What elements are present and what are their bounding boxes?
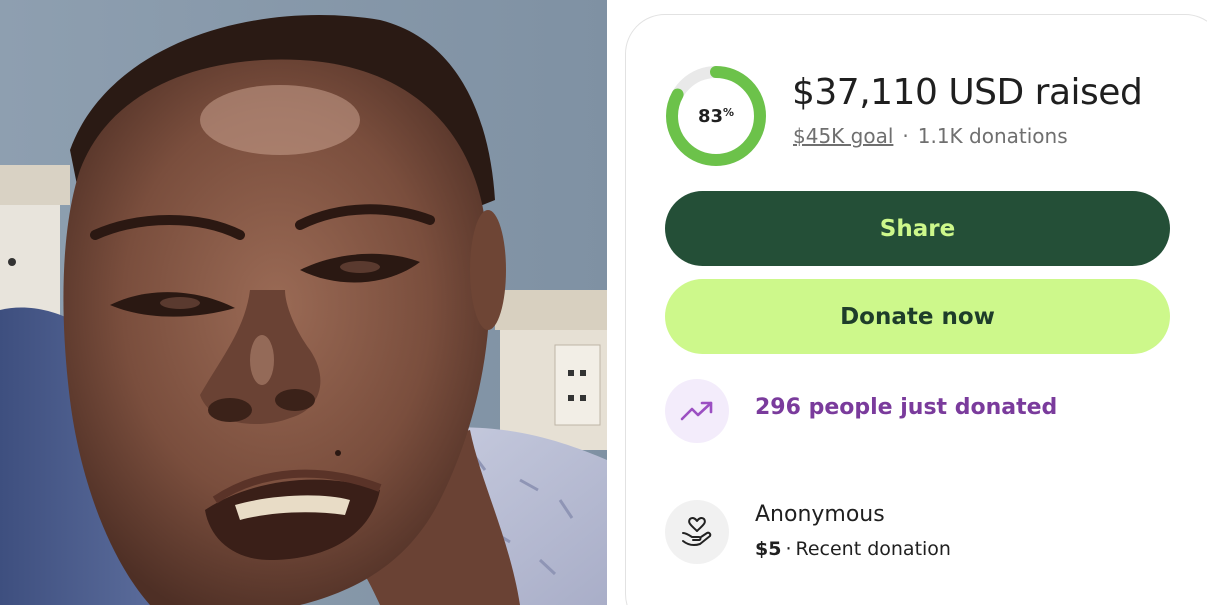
goal-link[interactable]: $45K goal xyxy=(793,124,893,148)
heart-hands-icon xyxy=(682,516,712,546)
donation-amount: $5 xyxy=(755,538,782,560)
donor-name: Anonymous xyxy=(755,502,885,527)
progress-percent-sign: % xyxy=(723,105,735,119)
trending-badge xyxy=(665,379,729,443)
donation-detail: $5 · Recent donation xyxy=(755,538,951,560)
donor-avatar xyxy=(665,500,729,564)
trending-up-icon xyxy=(680,401,713,421)
goal-summary: $45K goal · 1.1K donations xyxy=(793,124,1068,148)
share-button[interactable]: Share xyxy=(665,191,1170,266)
donation-separator: · xyxy=(785,538,792,560)
donation-count: 1.1K donations xyxy=(917,124,1068,148)
fundraiser-page: 83% $37,110 USD raised $45K goal · 1.1K do… xyxy=(0,0,1207,605)
progress-percent-value: 83 xyxy=(697,105,724,127)
donation-label: Recent donation xyxy=(795,538,951,560)
recent-donors-count: 296 people just donated xyxy=(755,395,1058,420)
progress-ring: 83% xyxy=(664,64,768,168)
progress-percent: 83% xyxy=(664,64,768,168)
amount-raised: $37,110 USD raised xyxy=(792,72,1143,113)
campaign-video[interactable] xyxy=(0,0,607,605)
video-frame-image xyxy=(0,0,607,605)
goal-separator: · xyxy=(902,124,909,148)
donate-now-button[interactable]: Donate now xyxy=(665,279,1170,354)
